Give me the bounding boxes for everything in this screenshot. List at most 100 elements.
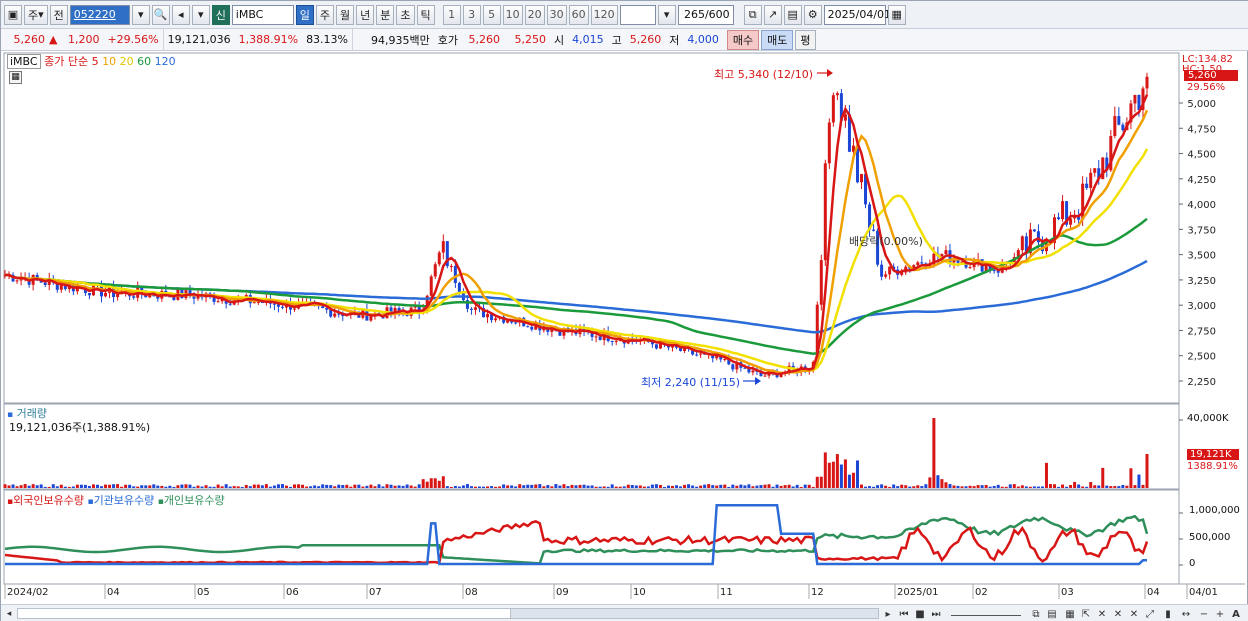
layout-icon[interactable]: ▤ [1045, 607, 1059, 621]
crosshair-y-icon[interactable]: ✕ [1111, 607, 1125, 621]
volume-bar [1133, 485, 1137, 488]
candle-body [1057, 217, 1061, 220]
volume-bar [868, 486, 872, 488]
chart-scrollbar[interactable]: ◂ ▸ ⏮ ■ ⏭ ⧉ ▤ ▦ ⇱ ✕ ✕ ✕ ⤢ ▮ ↔ − + A [1, 604, 1248, 621]
interval-120[interactable]: 120 [590, 4, 618, 25]
evaluate-button[interactable]: 평 [795, 29, 816, 50]
candle-body [494, 318, 498, 321]
scroll-right-icon[interactable]: ▸ [881, 607, 895, 621]
high-value: 5,260 [629, 33, 662, 46]
calendar-icon[interactable]: ▦ [887, 4, 906, 25]
volume-bar [1036, 486, 1040, 488]
x-tick-label: 02 [975, 587, 988, 598]
bid-label: 호가 [437, 33, 458, 47]
prev-button[interactable]: 전 [49, 4, 68, 25]
auto-scale-icon[interactable]: A [1229, 607, 1243, 621]
volume-bar [699, 485, 703, 488]
tab-period-day[interactable]: 일 [295, 4, 314, 25]
scroll-left-icon[interactable]: ◂ [3, 607, 15, 620]
volume-bar [152, 484, 156, 488]
price-chart-svg[interactable]: 5,000 4,750 4,500 4,250 4,000 3,750 3,500 3,250… [1, 51, 1248, 604]
rewind-icon[interactable]: ⏮ [897, 607, 911, 621]
interval-20[interactable]: 20 [524, 4, 545, 25]
interval-10[interactable]: 10 [502, 4, 523, 25]
chart-area[interactable]: 5,000 4,750 4,500 4,250 4,000 3,750 3,500 3,250… [1, 51, 1248, 604]
zoom-slider[interactable] [951, 607, 1021, 616]
interval-3[interactable]: 3 [462, 4, 481, 25]
date-input[interactable]: 2025/04/01 [823, 4, 891, 25]
save-icon[interactable]: ▤ [783, 4, 802, 25]
volume-bar [711, 485, 715, 488]
search-icon[interactable]: 🔍 [151, 4, 170, 25]
volume-bar [59, 484, 63, 488]
stop-icon[interactable]: ■ [913, 607, 927, 621]
count-input[interactable]: 265/600 [677, 4, 734, 25]
fast-forward-icon[interactable]: ⏭ [929, 607, 943, 621]
candle-body [695, 354, 699, 356]
volume-bar [393, 485, 397, 488]
interval-custom-input[interactable] [619, 4, 656, 25]
volume-bar [876, 485, 880, 488]
table-view-icon[interactable]: ▦ [9, 71, 22, 84]
arrow-icon[interactable]: ↔ [1179, 607, 1193, 621]
interval-60[interactable]: 60 [568, 4, 589, 25]
volume-bar [136, 486, 140, 488]
zoom-out-icon[interactable]: − [1197, 607, 1211, 621]
period-selector[interactable]: 주 ▾ [24, 4, 48, 25]
overlay-icon[interactable]: ⧉ [1029, 607, 1043, 621]
tab-period-year[interactable]: 년 [356, 4, 375, 25]
crosshair-z-icon[interactable]: ✕ [1127, 607, 1141, 621]
window-menu-icon[interactable]: ▣ [4, 4, 22, 25]
volume-bar [1069, 485, 1073, 488]
tab-period-week[interactable]: 주 [315, 4, 335, 25]
volume-bar [566, 486, 570, 488]
tab-period-minute[interactable]: 분 [376, 4, 395, 25]
volume-bar [666, 485, 670, 488]
volume-bar [715, 485, 719, 488]
volume-bar [888, 486, 892, 488]
interval-30[interactable]: 30 [546, 4, 567, 25]
code-dropdown-icon[interactable]: ▾ [131, 4, 150, 25]
volume-bar [317, 486, 321, 488]
volume-bar [341, 485, 345, 488]
scroll-track[interactable] [17, 608, 879, 619]
stock-name-input[interactable]: iMBC [231, 4, 294, 25]
stock-code-input[interactable]: 052220 [69, 4, 130, 25]
scroll-thumb[interactable] [510, 609, 878, 618]
buy-button[interactable]: 매수 [726, 29, 760, 50]
sell-button[interactable]: 매도 [761, 29, 794, 50]
tab-period-tick[interactable]: 틱 [416, 4, 435, 25]
candle-body [293, 308, 297, 310]
interval-5[interactable]: 5 [482, 4, 501, 25]
tab-period-month[interactable]: 월 [336, 4, 355, 25]
volume-bar [980, 485, 984, 488]
volume-bar [401, 485, 405, 488]
volume-bar [104, 484, 108, 488]
crosshair-x-icon[interactable]: ✕ [1095, 607, 1109, 621]
zoom-in-icon[interactable]: + [1213, 607, 1227, 621]
volume-bar [964, 486, 968, 488]
interval-dropdown-icon[interactable]: ▾ [657, 4, 676, 25]
volume-bar [1073, 481, 1077, 488]
gear-icon[interactable]: ⚙ [803, 4, 822, 25]
volume-bar [301, 484, 305, 488]
tab-period-second[interactable]: 초 [396, 4, 415, 25]
draw-tool-icon[interactable]: ↗ [763, 4, 782, 25]
stock-name-tag: iMBC [7, 54, 41, 69]
interval-1[interactable]: 1 [442, 4, 461, 25]
cursor-tool-icon[interactable]: ⇱ [1079, 607, 1093, 621]
bar-width-icon[interactable]: ▮ [1161, 607, 1175, 621]
speaker-dropdown-icon[interactable]: ▾ [191, 4, 210, 25]
price-tick-label: 2,250 [1187, 377, 1216, 388]
candle-icon[interactable]: ⧉ [743, 4, 762, 25]
volume-bar [912, 486, 916, 488]
price-legend: iMBC 종가 단순 5 10 20 60 120 [7, 53, 176, 69]
grid-icon[interactable]: ▦ [1063, 607, 1077, 621]
volume-bar [1141, 484, 1145, 488]
pan-icon[interactable]: ⤢ [1143, 607, 1157, 621]
volume-bar [19, 485, 23, 488]
speaker-icon[interactable]: ◂ [171, 4, 190, 25]
volume-bar [996, 484, 1000, 488]
quote-bar: 5,260 ▲ 1,200 +29.56% 19,121,036 1,388.9… [1, 28, 1248, 51]
ma5-line [4, 94, 1149, 376]
